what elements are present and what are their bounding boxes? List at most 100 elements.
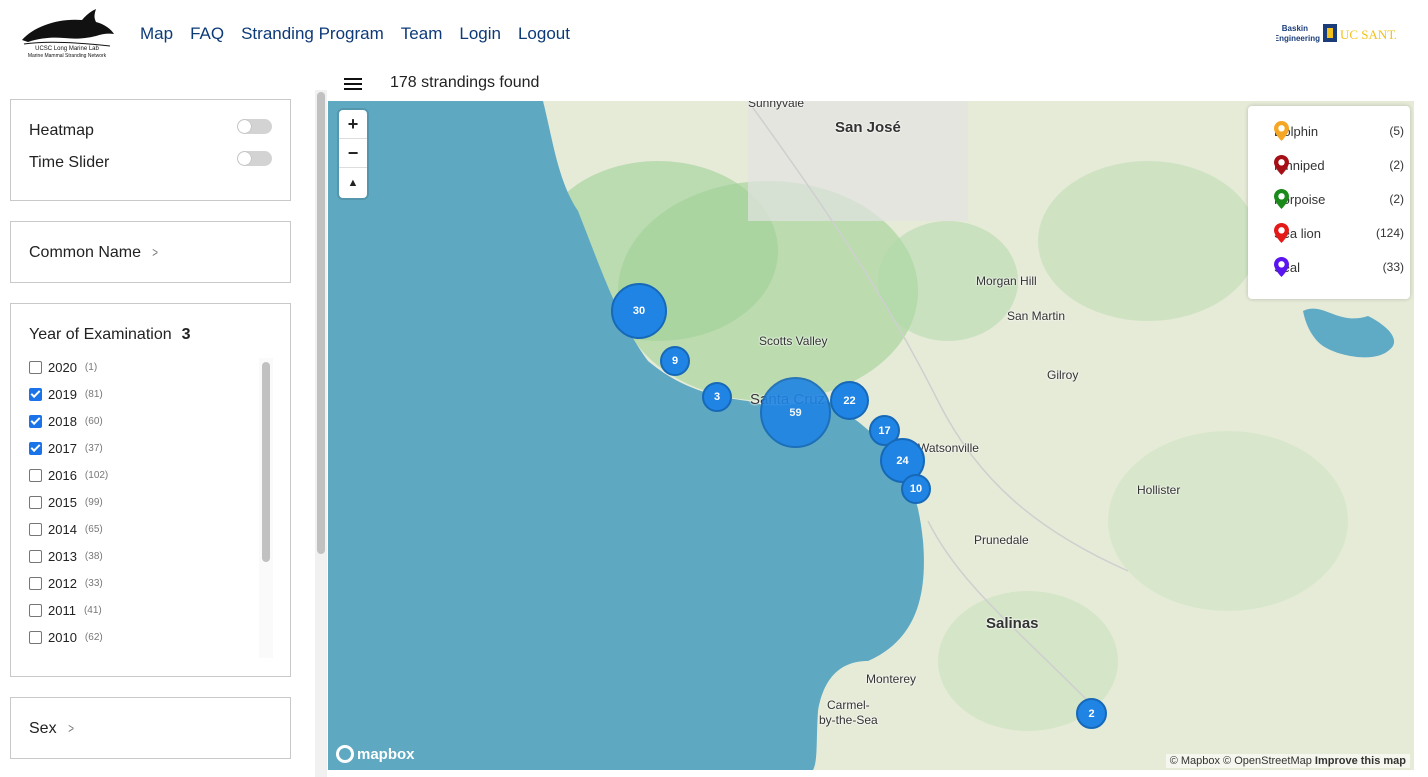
improve-map-link[interactable]: Improve this map	[1315, 755, 1406, 767]
chevron-right-icon: >	[152, 244, 158, 260]
year-checkbox[interactable]	[29, 414, 42, 428]
year-checkbox[interactable]	[29, 360, 42, 374]
year-option-2013[interactable]: 2013 (38)	[29, 547, 103, 565]
baskin-engineering-logo[interactable]: Baskin Engineering UC SANTA CRUZ	[1276, 20, 1396, 46]
year-value: 2020	[48, 359, 77, 375]
year-filter-header[interactable]: Year of Examination 3	[29, 326, 191, 344]
year-option-2012[interactable]: 2012 (33)	[29, 574, 103, 592]
nav-login[interactable]: Login	[459, 24, 501, 44]
heatmap-label: Heatmap	[29, 122, 94, 139]
place-label: Monterey	[866, 672, 917, 686]
year-option-2017[interactable]: 2017 (37)	[29, 439, 103, 457]
svg-text:UCSC Long Marine Lab: UCSC Long Marine Lab	[35, 46, 99, 52]
cluster-marker[interactable]: 2	[1076, 698, 1107, 729]
year-value: 2014	[48, 521, 77, 537]
legend-count: (33)	[1382, 260, 1404, 274]
main-nav: Map FAQ Stranding Program Team Login Log…	[140, 24, 570, 44]
year-count: (1)	[84, 361, 98, 373]
sex-panel: Sex >	[10, 697, 291, 759]
year-option-2010[interactable]: 2010 (62)	[29, 628, 103, 646]
time-slider-toggle[interactable]	[237, 151, 272, 166]
year-count: (38)	[84, 550, 103, 562]
svg-text:UC SANTA CRUZ: UC SANTA CRUZ	[1340, 27, 1396, 42]
filter-sidebar: Heatmap Time Slider Common Name > Year of…	[0, 90, 312, 777]
legend-item[interactable]: Porpoise (2)	[1274, 189, 1404, 209]
common-name-filter[interactable]: Common Name >	[29, 244, 159, 262]
sex-filter[interactable]: Sex >	[29, 720, 75, 738]
year-selected-count: 3	[181, 326, 191, 343]
year-checkbox[interactable]	[29, 522, 42, 536]
legend-item[interactable]: Dolphin (5)	[1274, 121, 1404, 141]
time-slider-label: Time Slider	[29, 154, 110, 171]
legend-item[interactable]: Pinniped (2)	[1274, 155, 1404, 175]
dolphin-logo[interactable]: UCSC Long Marine Lab Marine Mammal Stran…	[14, 6, 120, 60]
year-panel: Year of Examination 3 2020 (1) 2019 (81) 2018…	[10, 303, 291, 677]
year-option-2011[interactable]: 2011 (41)	[29, 601, 102, 619]
cluster-marker[interactable]: 30	[611, 283, 667, 339]
year-checkbox[interactable]	[29, 441, 42, 455]
zoom-controls: + − ▲	[339, 110, 367, 198]
year-checkbox[interactable]	[29, 576, 42, 590]
year-checkbox[interactable]	[29, 630, 42, 644]
year-checkbox[interactable]	[29, 387, 42, 401]
year-checkbox[interactable]	[29, 495, 42, 509]
heatmap-toggle[interactable]	[237, 119, 272, 134]
nav-stranding-program[interactable]: Stranding Program	[241, 24, 384, 44]
year-value: 2019	[48, 386, 77, 402]
year-option-2016[interactable]: 2016 (102)	[29, 466, 108, 484]
year-count: (81)	[84, 388, 103, 400]
year-value: 2017	[48, 440, 77, 456]
legend-count: (124)	[1375, 226, 1404, 240]
cluster-marker[interactable]: 10	[901, 474, 931, 504]
year-count: (60)	[84, 415, 103, 427]
year-option-2014[interactable]: 2014 (65)	[29, 520, 103, 538]
legend-item[interactable]: Sea lion (124)	[1274, 223, 1404, 243]
cluster-marker[interactable]: 3	[702, 382, 732, 412]
year-option-2018[interactable]: 2018 (60)	[29, 412, 103, 430]
nav-team[interactable]: Team	[401, 24, 443, 44]
place-label: by-the-Sea	[819, 713, 878, 727]
place-label: San José	[835, 119, 901, 136]
common-name-panel: Common Name >	[10, 221, 291, 283]
map-attribution: © Mapbox © OpenStreetMap Improve this ma…	[1165, 754, 1410, 768]
year-list-scrollbar[interactable]	[259, 358, 273, 658]
nav-faq[interactable]: FAQ	[190, 24, 224, 44]
map-pin-icon	[1274, 121, 1289, 141]
mapbox-logo[interactable]: mapbox	[336, 744, 415, 764]
attribution-text[interactable]: © Mapbox © OpenStreetMap	[1170, 755, 1312, 767]
place-label: Gilroy	[1047, 368, 1079, 382]
year-value: 2011	[48, 602, 76, 618]
place-label: Prunedale	[974, 533, 1029, 547]
map-pin-icon	[1274, 155, 1289, 175]
sex-label: Sex	[29, 720, 57, 737]
strandings-count: 178 strandings found	[390, 74, 540, 91]
compass-button[interactable]: ▲	[339, 168, 367, 197]
year-option-2020[interactable]: 2020 (1)	[29, 358, 97, 376]
zoom-in-button[interactable]: +	[339, 110, 367, 139]
zoom-out-button[interactable]: −	[339, 139, 367, 168]
nav-map[interactable]: Map	[140, 24, 173, 44]
legend-count: (2)	[1389, 192, 1404, 206]
year-option-2015[interactable]: 2015 (99)	[29, 493, 103, 511]
place-label: Sunnyvale	[748, 101, 805, 110]
cluster-marker[interactable]: 9	[660, 346, 690, 376]
nav-logout[interactable]: Logout	[518, 24, 570, 44]
menu-icon[interactable]	[344, 78, 362, 92]
legend-item[interactable]: Seal(33)	[1274, 257, 1404, 277]
place-label: Carmel-	[827, 698, 870, 712]
cluster-marker[interactable]: 59	[760, 377, 831, 448]
year-checkbox[interactable]	[29, 549, 42, 563]
cluster-marker[interactable]: 22	[830, 381, 869, 420]
map-pin-icon	[1274, 189, 1289, 209]
sidebar-scrollbar[interactable]	[315, 90, 327, 777]
stranding-map[interactable]: Sunnyvale San José Morgan Hill San Marti…	[328, 101, 1414, 770]
year-checkbox[interactable]	[29, 603, 42, 617]
year-checkbox[interactable]	[29, 468, 42, 482]
year-value: 2018	[48, 413, 77, 429]
place-label: Salinas	[986, 615, 1039, 632]
year-list: 2020 (1) 2019 (81) 2018 (60) 2017 (37) 2016 (102)…	[29, 358, 273, 658]
year-option-2019[interactable]: 2019 (81)	[29, 385, 103, 403]
year-value: 2012	[48, 575, 77, 591]
year-value: 2015	[48, 494, 77, 510]
svg-text:Engineering: Engineering	[1276, 34, 1320, 43]
